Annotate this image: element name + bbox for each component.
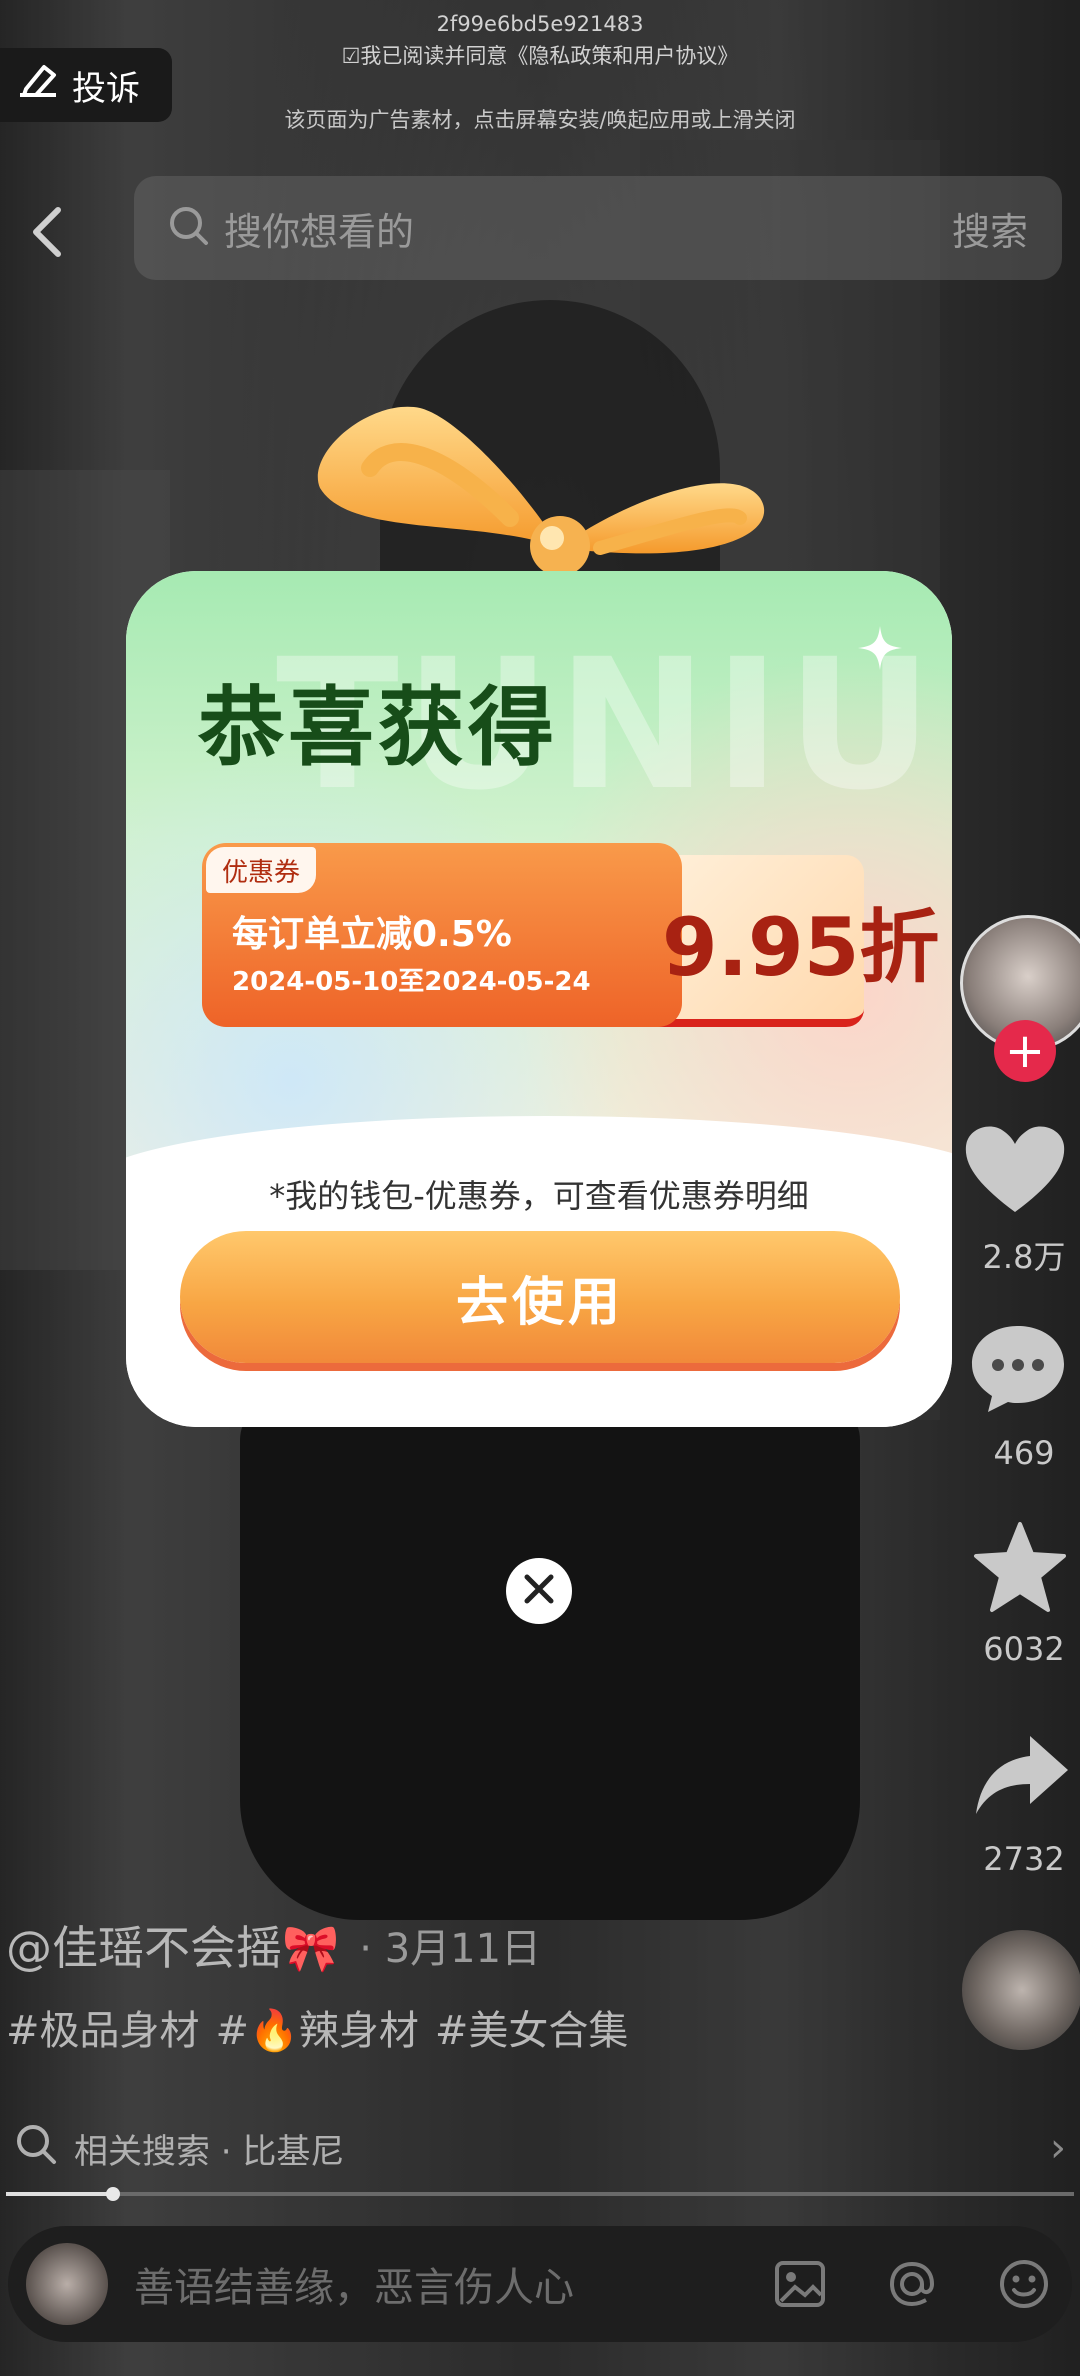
search-button[interactable]: 搜索 xyxy=(952,201,1028,256)
hashtag[interactable]: #极品身材 xyxy=(6,1998,200,2056)
progress-fill xyxy=(6,2192,113,2196)
coupon-description: 每订单立减0.5% xyxy=(232,914,512,955)
user-avatar xyxy=(26,2243,108,2325)
like-count: 2.8万 xyxy=(982,1238,1066,1276)
complain-button[interactable]: 投诉 xyxy=(0,48,172,122)
hashtag-list: #极品身材 #🔥辣身材 #美女合集 xyxy=(6,1998,628,2056)
coupon-date-range: 2024-05-10至2024-05-24 xyxy=(232,967,591,997)
coupon-tag: 优惠券 xyxy=(206,847,316,893)
comment-input[interactable]: 善语结善缘，恶言伤人心 xyxy=(134,2255,718,2313)
search-icon xyxy=(14,2122,58,2175)
like-button[interactable] xyxy=(960,1120,1070,1224)
comment-input-bar[interactable]: 善语结善缘，恶言伤人心 xyxy=(8,2226,1072,2342)
chevron-right-icon: › xyxy=(1050,2125,1066,2171)
music-disc[interactable] xyxy=(962,1930,1080,2050)
top-bar: 搜你想看的 搜索 xyxy=(0,176,1080,284)
close-popup-button[interactable] xyxy=(506,1558,572,1624)
comment-count: 469 xyxy=(993,1434,1055,1472)
gift-bow-icon xyxy=(317,406,765,576)
video-progress[interactable] xyxy=(6,2187,1074,2201)
search-icon xyxy=(168,205,210,251)
coupon-card[interactable]: 优惠券 每订单立减0.5% 2024-05-10至2024-05-24 9.95… xyxy=(202,843,939,1031)
progress-handle[interactable] xyxy=(105,2187,120,2201)
follow-button[interactable]: + xyxy=(994,1020,1056,1082)
popup-title: 恭喜获得 xyxy=(198,678,558,778)
complain-label: 投诉 xyxy=(72,68,140,109)
close-icon xyxy=(519,1569,559,1613)
coupon-popup: TUNIU 恭喜获得 优惠券 每订单立减0.5% 2024-05-10至2024… xyxy=(126,571,952,1427)
star-icon xyxy=(974,1522,1066,1612)
emoji-icon[interactable] xyxy=(994,2254,1054,2314)
video-author-row: @佳瑶不会摇🎀 · 3月11日 xyxy=(6,1912,541,1978)
favorite-button[interactable] xyxy=(970,1520,1070,1620)
post-date: · 3月11日 xyxy=(359,1926,542,1972)
favorite-count: 6032 xyxy=(983,1630,1065,1668)
complain-icon xyxy=(16,61,62,110)
heart-icon xyxy=(965,1126,1065,1212)
hashtag[interactable]: #美女合集 xyxy=(435,1998,629,2056)
share-count: 2732 xyxy=(983,1840,1065,1878)
back-icon[interactable] xyxy=(18,196,78,266)
hashtag[interactable]: #🔥辣身材 xyxy=(216,1998,419,2056)
at-icon[interactable] xyxy=(882,2254,942,2314)
ad-id-text: 2f99e6bd5e921483 xyxy=(436,12,644,36)
share-button[interactable] xyxy=(972,1730,1072,1824)
use-coupon-button[interactable]: 去使用 xyxy=(180,1231,900,1363)
comment-button[interactable] xyxy=(968,1320,1068,1420)
coupon-discount: 9.95折 xyxy=(662,901,940,994)
related-search-text: 相关搜索 · 比基尼 xyxy=(74,2131,345,2172)
related-search-bar[interactable]: 相关搜索 · 比基尼 › xyxy=(0,2110,1080,2186)
author-name[interactable]: @佳瑶不会摇🎀 xyxy=(6,1912,339,1978)
sparkle-icon xyxy=(858,626,902,670)
search-placeholder: 搜你想看的 xyxy=(224,209,415,254)
wallet-hint: *我的钱包-优惠券，可查看优惠券明细 xyxy=(269,1177,809,1215)
comment-icon xyxy=(972,1326,1064,1412)
image-icon[interactable] xyxy=(770,2254,830,2314)
share-icon xyxy=(976,1736,1068,1814)
search-input[interactable]: 搜你想看的 搜索 xyxy=(134,176,1062,280)
